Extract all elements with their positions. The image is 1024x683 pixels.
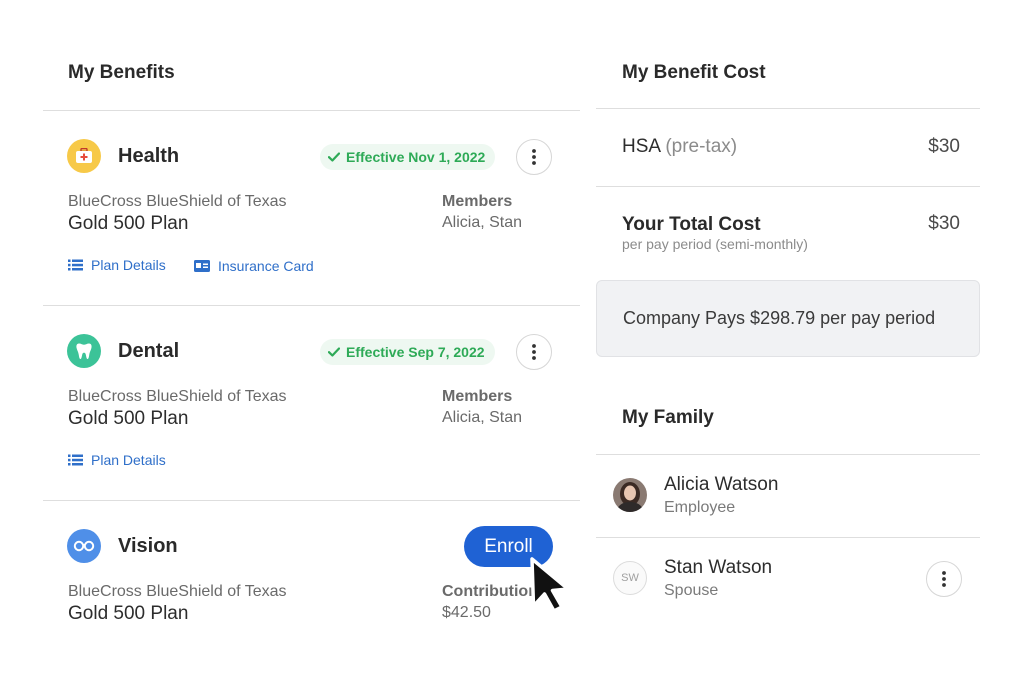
benefit-name: Health — [118, 145, 180, 167]
total-cost-value: $30 — [928, 213, 960, 234]
contribution-label: Contribution — [442, 583, 538, 600]
member-role: Employee — [664, 499, 736, 516]
divider — [596, 186, 980, 187]
status-badge-text: Effective Nov 1, 2022 — [346, 149, 486, 165]
status-badge-text: Effective Sep 7, 2022 — [346, 344, 485, 360]
insurance-card-link[interactable]: Insurance Card — [194, 258, 314, 274]
hsa-label: HSA (pre-tax) — [622, 136, 737, 158]
total-cost-label: Your Total Cost — [622, 214, 761, 235]
benefit-name: Vision — [118, 535, 178, 557]
status-badge: Effective Nov 1, 2022 — [320, 144, 496, 170]
divider — [596, 108, 980, 109]
members-label: Members — [442, 193, 513, 210]
plan-details-label: Plan Details — [91, 257, 166, 273]
glasses-icon — [67, 529, 101, 563]
check-icon — [328, 347, 340, 357]
first-aid-kit-icon — [67, 139, 101, 173]
plan-name: Gold 500 Plan — [68, 603, 189, 624]
id-card-icon — [194, 260, 210, 272]
plan-name: Gold 500 Plan — [68, 213, 189, 234]
divider — [596, 454, 980, 455]
kebab-icon — [942, 571, 946, 587]
avatar — [613, 478, 647, 512]
divider — [43, 110, 580, 111]
member-role: Spouse — [664, 582, 719, 599]
list-icon — [68, 259, 83, 271]
hsa-name: HSA — [622, 136, 661, 157]
company-pays-box: Company Pays $298.79 per pay period — [596, 280, 980, 357]
more-options-button[interactable] — [516, 334, 552, 370]
members-value: Alicia, Stan — [442, 214, 523, 231]
more-options-button[interactable] — [516, 139, 552, 175]
member-name: Alicia Watson — [664, 474, 779, 495]
hsa-value: $30 — [928, 136, 960, 157]
tooth-icon — [67, 334, 101, 368]
total-cost-subtext: per pay period (semi-monthly) — [622, 236, 808, 252]
kebab-icon — [532, 344, 536, 360]
members-label: Members — [442, 388, 513, 405]
benefit-name: Dental — [118, 340, 180, 362]
carrier-name: BlueCross BlueShield of Texas — [68, 193, 287, 210]
divider — [43, 500, 580, 501]
cost-title: My Benefit Cost — [622, 62, 766, 83]
plan-details-link[interactable]: Plan Details — [68, 257, 166, 273]
check-icon — [328, 152, 340, 162]
members-value: Alicia, Stan — [442, 409, 523, 426]
insurance-card-label: Insurance Card — [218, 258, 314, 274]
benefits-title: My Benefits — [68, 62, 175, 83]
divider — [43, 305, 580, 306]
contribution-value: $42.50 — [442, 604, 491, 621]
company-pays-text: Company Pays $298.79 per pay period — [623, 308, 936, 328]
member-name: Stan Watson — [664, 557, 773, 578]
list-icon — [68, 454, 83, 466]
plan-name: Gold 500 Plan — [68, 408, 189, 429]
plan-details-link[interactable]: Plan Details — [68, 452, 166, 468]
carrier-name: BlueCross BlueShield of Texas — [68, 388, 287, 405]
status-badge: Effective Sep 7, 2022 — [320, 339, 495, 365]
kebab-icon — [532, 149, 536, 165]
family-title: My Family — [622, 407, 714, 428]
hsa-qualifier: (pre-tax) — [665, 136, 738, 157]
carrier-name: BlueCross BlueShield of Texas — [68, 583, 287, 600]
cursor-pointer-icon — [530, 557, 570, 613]
divider — [596, 537, 980, 538]
more-options-button[interactable] — [926, 561, 962, 597]
avatar-initials: SW — [613, 561, 647, 595]
plan-details-label: Plan Details — [91, 452, 166, 468]
